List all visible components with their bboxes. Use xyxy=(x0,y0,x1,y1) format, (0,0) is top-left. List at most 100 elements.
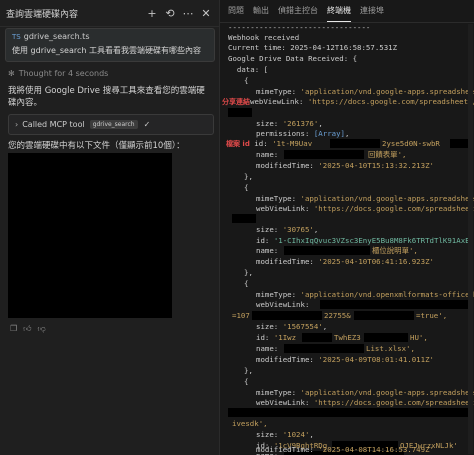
thought-label: Thought for 4 seconds xyxy=(18,69,109,78)
id-value: '1t-M9Uav xyxy=(272,139,313,148)
annotation-share-link: 分享連結 xyxy=(222,98,250,106)
tab-problems[interactable]: 問題 xyxy=(228,0,244,22)
terminal-line: 檔案 id id: '1t-M9Uav xyxy=(226,139,313,148)
link-value: 'https://docs.google.com/spreadsheets/ xyxy=(313,204,474,213)
panel-tabs: 問題 輸出 偵錯主控台 終端機 連接埠 xyxy=(220,0,474,23)
terminal-line: modifiedTime: '2025-04-08T14:16:53.749Z' xyxy=(256,445,434,454)
terminal-line: mimeType: 'application/vnd.google-apps.s… xyxy=(256,388,474,398)
terminal-line: { xyxy=(244,279,249,288)
redacted-block xyxy=(284,246,370,255)
chat-header: 查詢雲端硬碟內容 + ⟲ ⋯ ✕ xyxy=(0,0,219,27)
redacted-file-list xyxy=(8,153,172,318)
terminal-separator: -------------------------------- xyxy=(228,23,371,32)
terminal-line: { xyxy=(244,183,249,192)
size-value: '1567554' xyxy=(282,322,323,331)
terminal-scrollbar[interactable] xyxy=(468,24,473,454)
more-icon[interactable]: ⋯ xyxy=(181,6,195,20)
redacted-block xyxy=(252,311,322,320)
size-value: '1024' xyxy=(282,430,310,439)
id-value-tail: 2yse5d0N-swbR xyxy=(382,139,440,148)
terminal-line: name: xyxy=(256,344,279,353)
id-value: '1-CIhxIqQvuc3VZsc3EnyE5Bu8M8Fk6TRTdTlK9… xyxy=(273,236,474,245)
redacted-block xyxy=(364,333,408,342)
annotation-file-id: 檔案 id xyxy=(226,140,250,148)
redacted-block xyxy=(320,300,470,309)
attached-file-chip[interactable]: TS gdrive_search.ts xyxy=(12,32,89,41)
thought-toggle[interactable]: ✻ Thought for 4 seconds xyxy=(8,69,108,78)
chevron-right-icon: › xyxy=(15,120,19,129)
redacted-block xyxy=(302,333,332,342)
terminal-line: webViewLink: 'https://docs.google.com/sp… xyxy=(256,204,474,214)
terminal-line: name: xyxy=(256,246,279,255)
tab-terminal[interactable]: 終端機 xyxy=(327,0,351,22)
terminal-line: modifiedTime: '2025-04-10T06:41:16.923Z' xyxy=(256,257,434,266)
terminal-line: mimeType: 'application/vnd.openxmlformat… xyxy=(256,290,474,300)
link-value-part: 22755& xyxy=(324,311,351,320)
redacted-block xyxy=(284,150,364,159)
terminal-line: Current time: 2025-04-12T16:58:57.531Z xyxy=(228,43,398,52)
terminal-line: name: xyxy=(256,150,279,159)
terminal-line: mimeType: 'application/vnd.google-apps.s… xyxy=(256,87,474,97)
redacted-block xyxy=(354,311,414,320)
assistant-paragraph-1: 我將使用 Google Drive 搜尋工具來查看您的雲端硬碟內容。 xyxy=(8,86,205,108)
terminal-line: data: [ xyxy=(228,65,269,74)
modified-value: '2025-04-10T06:41:16.923Z' xyxy=(318,257,434,266)
message-actions: ❐ 👍︎ 👎︎ xyxy=(10,324,52,334)
permissions-value: [Array] xyxy=(313,129,346,138)
thumbs-down-icon[interactable]: 👎︎ xyxy=(38,324,46,334)
terminal-line: modifiedTime: '2025-04-10T15:13:32.213Z' xyxy=(256,161,434,170)
chat-title: 查詢雲端硬碟內容 xyxy=(6,9,79,20)
mime-value: 'application/vnd.google-apps.spreadsheet… xyxy=(300,388,474,397)
terminal-line: 分享連結webViewLink: 'https://docs.google.co… xyxy=(222,97,474,107)
thought-icon: ✻ xyxy=(8,69,15,78)
redacted-block xyxy=(232,214,256,223)
mcp-tool-label: Called MCP tool xyxy=(22,120,85,129)
mime-value: 'application/vnd.google-apps.spreadsheet… xyxy=(300,194,474,203)
terminal-line: Google Drive Data Received: { xyxy=(228,54,358,63)
terminal-panel: 問題 輸出 偵錯主控台 終端機 連接埠 --------------------… xyxy=(220,0,474,455)
mime-value: 'application/vnd.openxmlformats-officedo… xyxy=(300,290,474,299)
plus-icon[interactable]: + xyxy=(145,6,159,20)
terminal-line: webViewLink: 'https://docs.google.com/sp… xyxy=(256,398,474,408)
size-value: '261376' xyxy=(282,119,319,128)
redacted-block xyxy=(330,139,380,148)
tab-output[interactable]: 輸出 xyxy=(253,0,269,22)
history-icon[interactable]: ⟲ xyxy=(163,6,177,20)
id-value: '1Iwz xyxy=(273,333,297,342)
redacted-block xyxy=(284,344,364,353)
modified-value: '2025-04-08T14:16:53.749Z' xyxy=(318,445,434,454)
terminal-line: { xyxy=(244,377,249,386)
terminal-line: { xyxy=(244,76,249,85)
size-value: '30765' xyxy=(282,225,314,234)
terminal-line: Webhook received xyxy=(228,33,300,42)
terminal-line: }, xyxy=(244,366,253,375)
file-icon: TS xyxy=(12,32,21,41)
tab-debug-console[interactable]: 偵錯主控台 xyxy=(278,0,318,22)
terminal-line: size: '1024', xyxy=(256,430,314,439)
name-value: 回饋表單', xyxy=(368,150,407,159)
redacted-block xyxy=(228,408,470,417)
terminal-line: id: '1-CIhxIqQvuc3VZsc3EnyE5Bu8M8Fk6TRTd… xyxy=(256,236,474,245)
assistant-paragraph-2: 您的雲端硬碟中有以下文件（僅顯示前10個）： xyxy=(8,141,185,151)
terminal-line: mimeType: 'application/vnd.google-apps.s… xyxy=(256,194,474,204)
terminal-line: id: '1Iwz xyxy=(256,333,297,342)
mcp-tool-call[interactable]: › Called MCP tool gdrive_search ✓ xyxy=(8,114,214,135)
id-value-end: HU', xyxy=(410,333,428,342)
copy-icon[interactable]: ❐ xyxy=(10,324,17,334)
link-value: =107 xyxy=(232,311,250,320)
id-value-mid: TwhEZ3 xyxy=(334,333,361,342)
close-icon[interactable]: ✕ xyxy=(199,6,213,20)
terminal-line: size: '30765', xyxy=(256,225,319,234)
terminal-line: permissions: [Array], xyxy=(256,129,350,138)
name-value: List.xlsx', xyxy=(366,344,415,353)
thumbs-up-icon[interactable]: 👍︎ xyxy=(23,324,31,334)
redacted-block xyxy=(450,139,470,148)
tab-ports[interactable]: 連接埠 xyxy=(360,0,384,22)
mime-value: 'application/vnd.google-apps.spreadsheet… xyxy=(300,87,474,96)
link-value-end: =true', xyxy=(416,311,448,320)
name-value: 櫃位說明單', xyxy=(372,246,418,255)
link-value: 'https://docs.google.com/spreadsheets/ xyxy=(313,398,474,407)
user-message-text: 使用 gdrive_search 工具看看我雲端硬碟有哪些內容 xyxy=(12,46,201,55)
redacted-block xyxy=(228,108,252,117)
chat-panel: 查詢雲端硬碟內容 + ⟲ ⋯ ✕ TS gdrive_search.ts 使用 … xyxy=(0,0,219,455)
